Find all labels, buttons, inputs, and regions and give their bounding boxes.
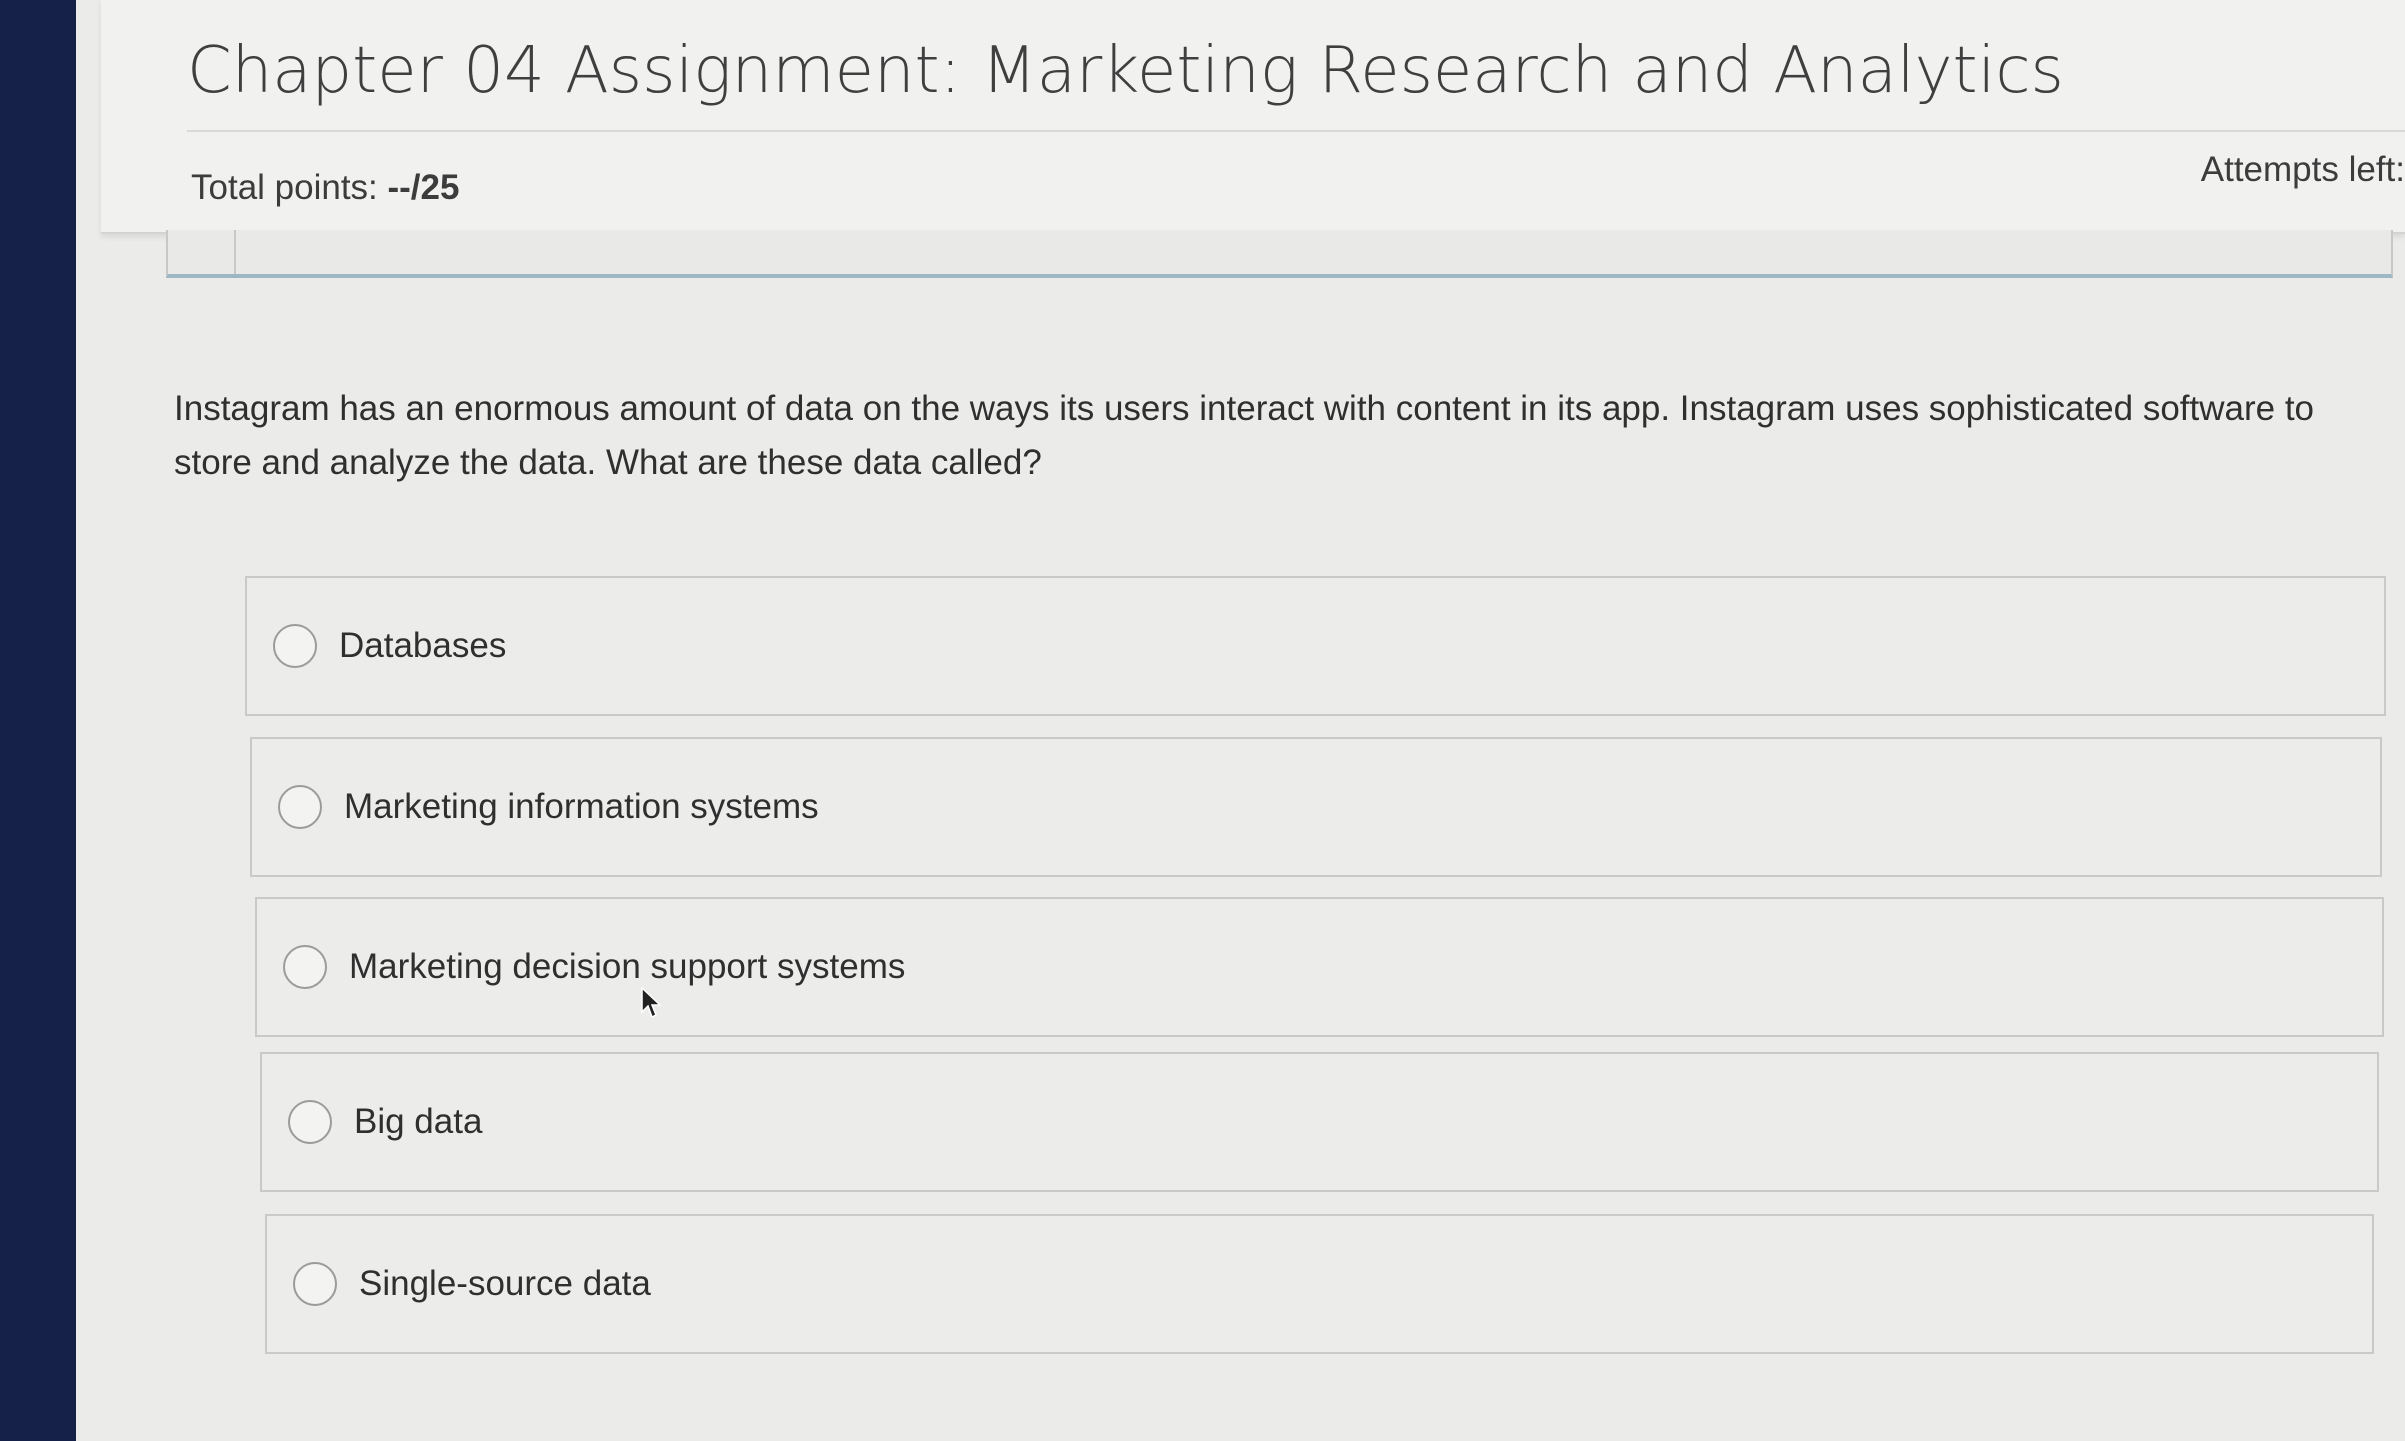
answer-option-label: Databases — [339, 626, 507, 665]
mouse-pointer-icon — [641, 986, 662, 1019]
answer-option-label: Marketing decision support systems — [349, 947, 906, 986]
answer-option-label: Big data — [354, 1102, 483, 1141]
answer-option-big-data[interactable]: Big data — [260, 1052, 2379, 1192]
question-tab[interactable] — [168, 230, 236, 274]
answer-option-databases[interactable]: Databases — [245, 576, 2386, 716]
page-title: Chapter 04 Assignment: Marketing Researc… — [187, 34, 2064, 108]
total-points-value: --/25 — [387, 168, 460, 207]
radio-button[interactable] — [278, 785, 322, 829]
radio-button[interactable] — [283, 945, 327, 989]
radio-button[interactable] — [288, 1100, 332, 1144]
total-points-label: Total points: — [191, 168, 388, 207]
radio-button[interactable] — [293, 1262, 337, 1306]
question-text: Instagram has an enormous amount of data… — [174, 389, 2315, 482]
answer-option-label: Single-source data — [359, 1264, 651, 1303]
question-tab-strip — [166, 230, 2393, 278]
assignment-header: Chapter 04 Assignment: Marketing Researc… — [101, 0, 2405, 234]
answer-option-single-source-data[interactable]: Single-source data — [265, 1214, 2374, 1354]
left-navigation-bar — [0, 0, 76, 1441]
radio-button[interactable] — [273, 624, 317, 668]
attempts-left: Attempts left: — [2200, 150, 2405, 189]
answer-option-label: Marketing information systems — [344, 787, 819, 826]
title-divider — [187, 130, 2405, 132]
total-points: Total points: --/25 — [191, 168, 459, 208]
answer-option-marketing-information-systems[interactable]: Marketing information systems — [250, 737, 2382, 877]
assignment-page: Chapter 04 Assignment: Marketing Researc… — [76, 0, 2405, 1441]
answer-option-marketing-decision-support-systems[interactable]: Marketing decision support systems — [255, 897, 2384, 1037]
